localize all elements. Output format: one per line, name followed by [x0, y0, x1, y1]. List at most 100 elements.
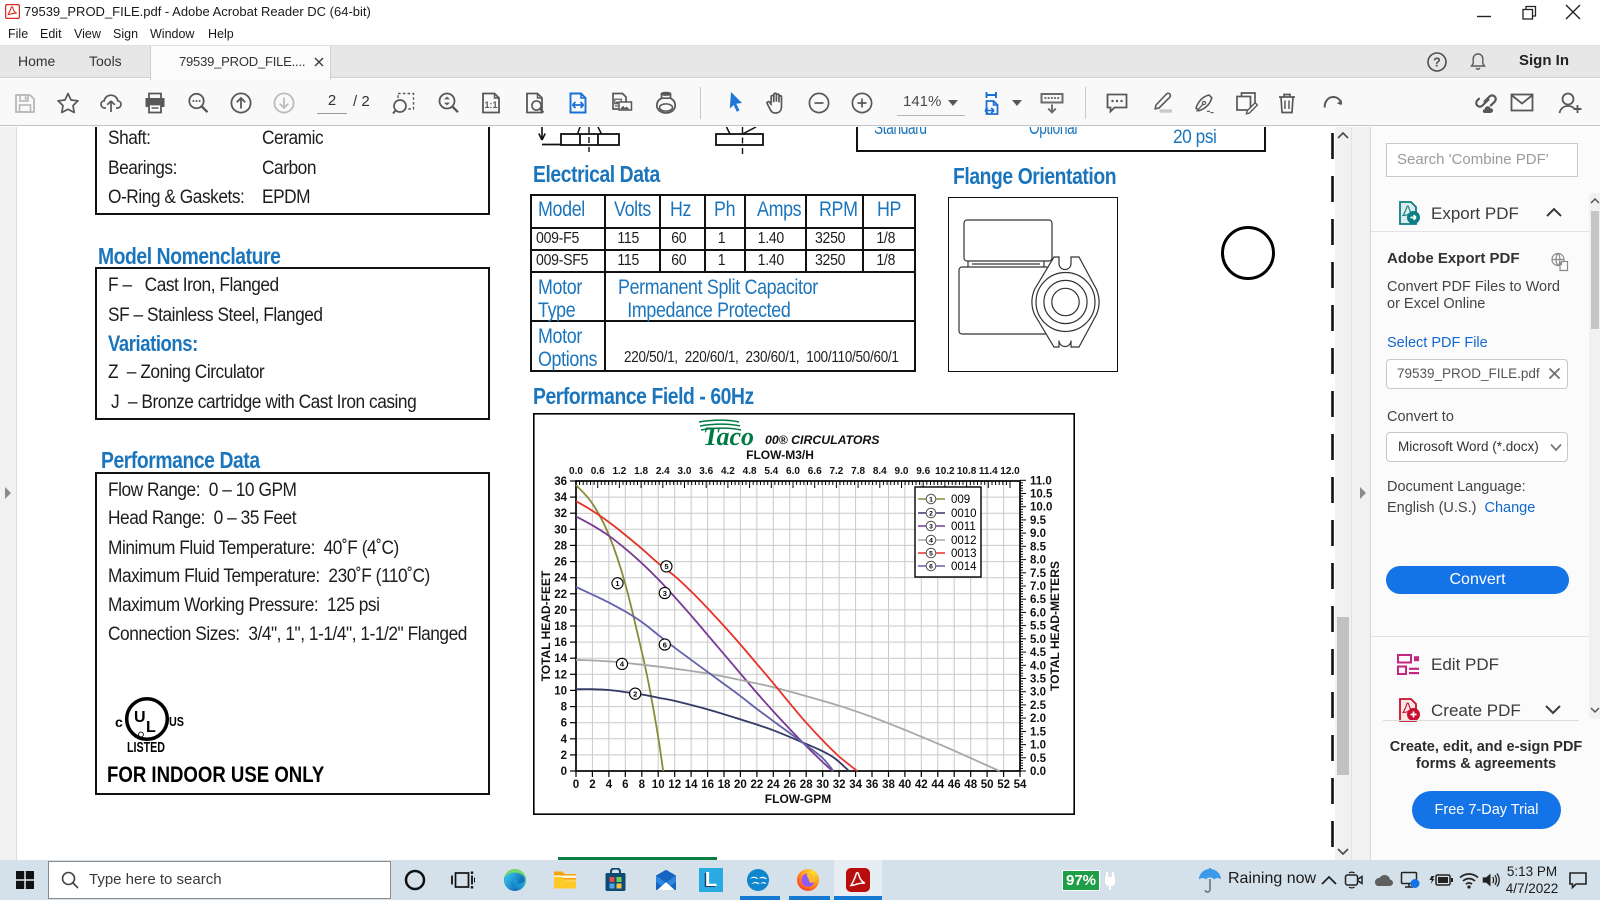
- svg-text:12: 12: [554, 669, 567, 681]
- svg-text:5.0: 5.0: [1030, 634, 1046, 646]
- svg-text:1.8: 1.8: [634, 466, 648, 477]
- svg-text:32: 32: [554, 508, 567, 520]
- svg-text:?: ?: [1433, 56, 1441, 70]
- svg-text:7.8: 7.8: [851, 466, 865, 477]
- svg-text:44: 44: [931, 779, 944, 791]
- svg-text:1: 1: [615, 579, 619, 588]
- svg-text:2.0: 2.0: [1030, 713, 1046, 725]
- svg-text:52: 52: [997, 779, 1010, 791]
- svg-text:U: U: [134, 709, 146, 726]
- svg-text:16: 16: [554, 637, 567, 649]
- svg-text:0: 0: [561, 766, 567, 778]
- svg-text:10: 10: [652, 779, 665, 791]
- svg-text:9.0: 9.0: [895, 466, 909, 477]
- svg-text:1.2: 1.2: [612, 466, 626, 477]
- svg-text:4: 4: [606, 779, 613, 791]
- svg-text:22: 22: [751, 779, 764, 791]
- svg-text:3.5: 3.5: [1030, 674, 1047, 686]
- svg-text:8.5: 8.5: [1030, 541, 1047, 553]
- svg-text:6.0: 6.0: [786, 466, 800, 477]
- svg-text:7.2: 7.2: [829, 466, 843, 477]
- svg-text:9.5: 9.5: [1030, 515, 1047, 527]
- svg-text:30: 30: [816, 779, 829, 791]
- svg-text:1.0: 1.0: [1030, 740, 1046, 752]
- svg-text:8.4: 8.4: [873, 466, 887, 477]
- svg-text:6.5: 6.5: [1030, 594, 1047, 606]
- svg-text:0013: 0013: [951, 548, 977, 560]
- svg-text:4.2: 4.2: [721, 466, 735, 477]
- svg-text:0014: 0014: [951, 561, 977, 573]
- svg-text:6.0: 6.0: [1030, 607, 1046, 619]
- svg-text:FLOW-M3/H: FLOW-M3/H: [746, 448, 814, 462]
- svg-text:32: 32: [833, 779, 846, 791]
- svg-text:48: 48: [964, 779, 977, 791]
- svg-text:4: 4: [561, 734, 568, 746]
- svg-text:10.0: 10.0: [1030, 502, 1052, 514]
- svg-text:36: 36: [554, 476, 567, 488]
- svg-text:0: 0: [573, 779, 579, 791]
- svg-text:28: 28: [800, 779, 813, 791]
- svg-text:5: 5: [929, 551, 933, 558]
- svg-text:12: 12: [668, 779, 681, 791]
- svg-text:50: 50: [981, 779, 994, 791]
- svg-text:c: c: [115, 714, 123, 730]
- svg-text:40: 40: [899, 779, 912, 791]
- svg-text:6: 6: [622, 779, 628, 791]
- svg-text:12.0: 12.0: [1000, 466, 1020, 477]
- svg-text:10: 10: [554, 685, 567, 697]
- svg-text:8: 8: [561, 702, 568, 714]
- svg-text:2.5: 2.5: [1030, 700, 1047, 712]
- svg-text:8: 8: [639, 779, 646, 791]
- svg-text:FLOW-GPM: FLOW-GPM: [765, 792, 831, 806]
- svg-text:4.8: 4.8: [743, 466, 757, 477]
- svg-text:4.5: 4.5: [1030, 647, 1047, 659]
- svg-text:16: 16: [701, 779, 714, 791]
- svg-text:34: 34: [849, 779, 862, 791]
- svg-text:3.0: 3.0: [1030, 687, 1046, 699]
- svg-text:7.5: 7.5: [1030, 568, 1047, 580]
- svg-text:0.0: 0.0: [569, 466, 583, 477]
- svg-text:TOTAL HEAD-METERS: TOTAL HEAD-METERS: [1048, 561, 1062, 691]
- svg-text:9.6: 9.6: [916, 466, 930, 477]
- svg-text:22: 22: [554, 589, 567, 601]
- svg-text:8.0: 8.0: [1030, 555, 1046, 567]
- svg-text:11.4: 11.4: [979, 466, 998, 477]
- svg-text:3.0: 3.0: [678, 466, 692, 477]
- svg-text:US: US: [169, 715, 184, 729]
- svg-text:0.0: 0.0: [1030, 766, 1046, 778]
- svg-text:24: 24: [767, 779, 780, 791]
- svg-text:5: 5: [664, 562, 668, 571]
- svg-text:11.0: 11.0: [1030, 475, 1052, 487]
- svg-text:009: 009: [951, 494, 970, 506]
- svg-text:42: 42: [915, 779, 928, 791]
- svg-text:30: 30: [554, 524, 567, 536]
- svg-text:38: 38: [882, 779, 895, 791]
- svg-text:18: 18: [718, 779, 731, 791]
- svg-text:20: 20: [734, 779, 747, 791]
- svg-text:6: 6: [663, 640, 667, 649]
- svg-text:26: 26: [554, 557, 567, 569]
- svg-text:1:1: 1:1: [484, 100, 497, 110]
- svg-text:0010: 0010: [951, 508, 977, 520]
- svg-text:3: 3: [663, 589, 667, 598]
- svg-text:18: 18: [554, 621, 567, 633]
- svg-text:5.5: 5.5: [1030, 621, 1047, 633]
- svg-text:14: 14: [554, 653, 567, 665]
- svg-text:6.6: 6.6: [808, 466, 822, 477]
- svg-text:TOTAL HEAD-FEET: TOTAL HEAD-FEET: [539, 570, 553, 681]
- svg-text:4.0: 4.0: [1030, 660, 1046, 672]
- svg-text:0012: 0012: [951, 535, 977, 547]
- svg-text:3: 3: [929, 524, 933, 531]
- svg-text:2.4: 2.4: [656, 466, 670, 477]
- svg-text:24: 24: [554, 573, 567, 585]
- svg-text:6: 6: [561, 718, 567, 730]
- svg-text:00® CIRCULATORS: 00® CIRCULATORS: [765, 433, 880, 447]
- svg-text:28: 28: [554, 540, 567, 552]
- svg-text:2: 2: [561, 750, 567, 762]
- svg-text:Taco: Taco: [703, 422, 754, 451]
- svg-text:6: 6: [929, 564, 933, 571]
- svg-text:46: 46: [948, 779, 961, 791]
- svg-text:0.5: 0.5: [1030, 753, 1047, 765]
- svg-text:34: 34: [554, 492, 567, 504]
- svg-text:20: 20: [554, 605, 567, 617]
